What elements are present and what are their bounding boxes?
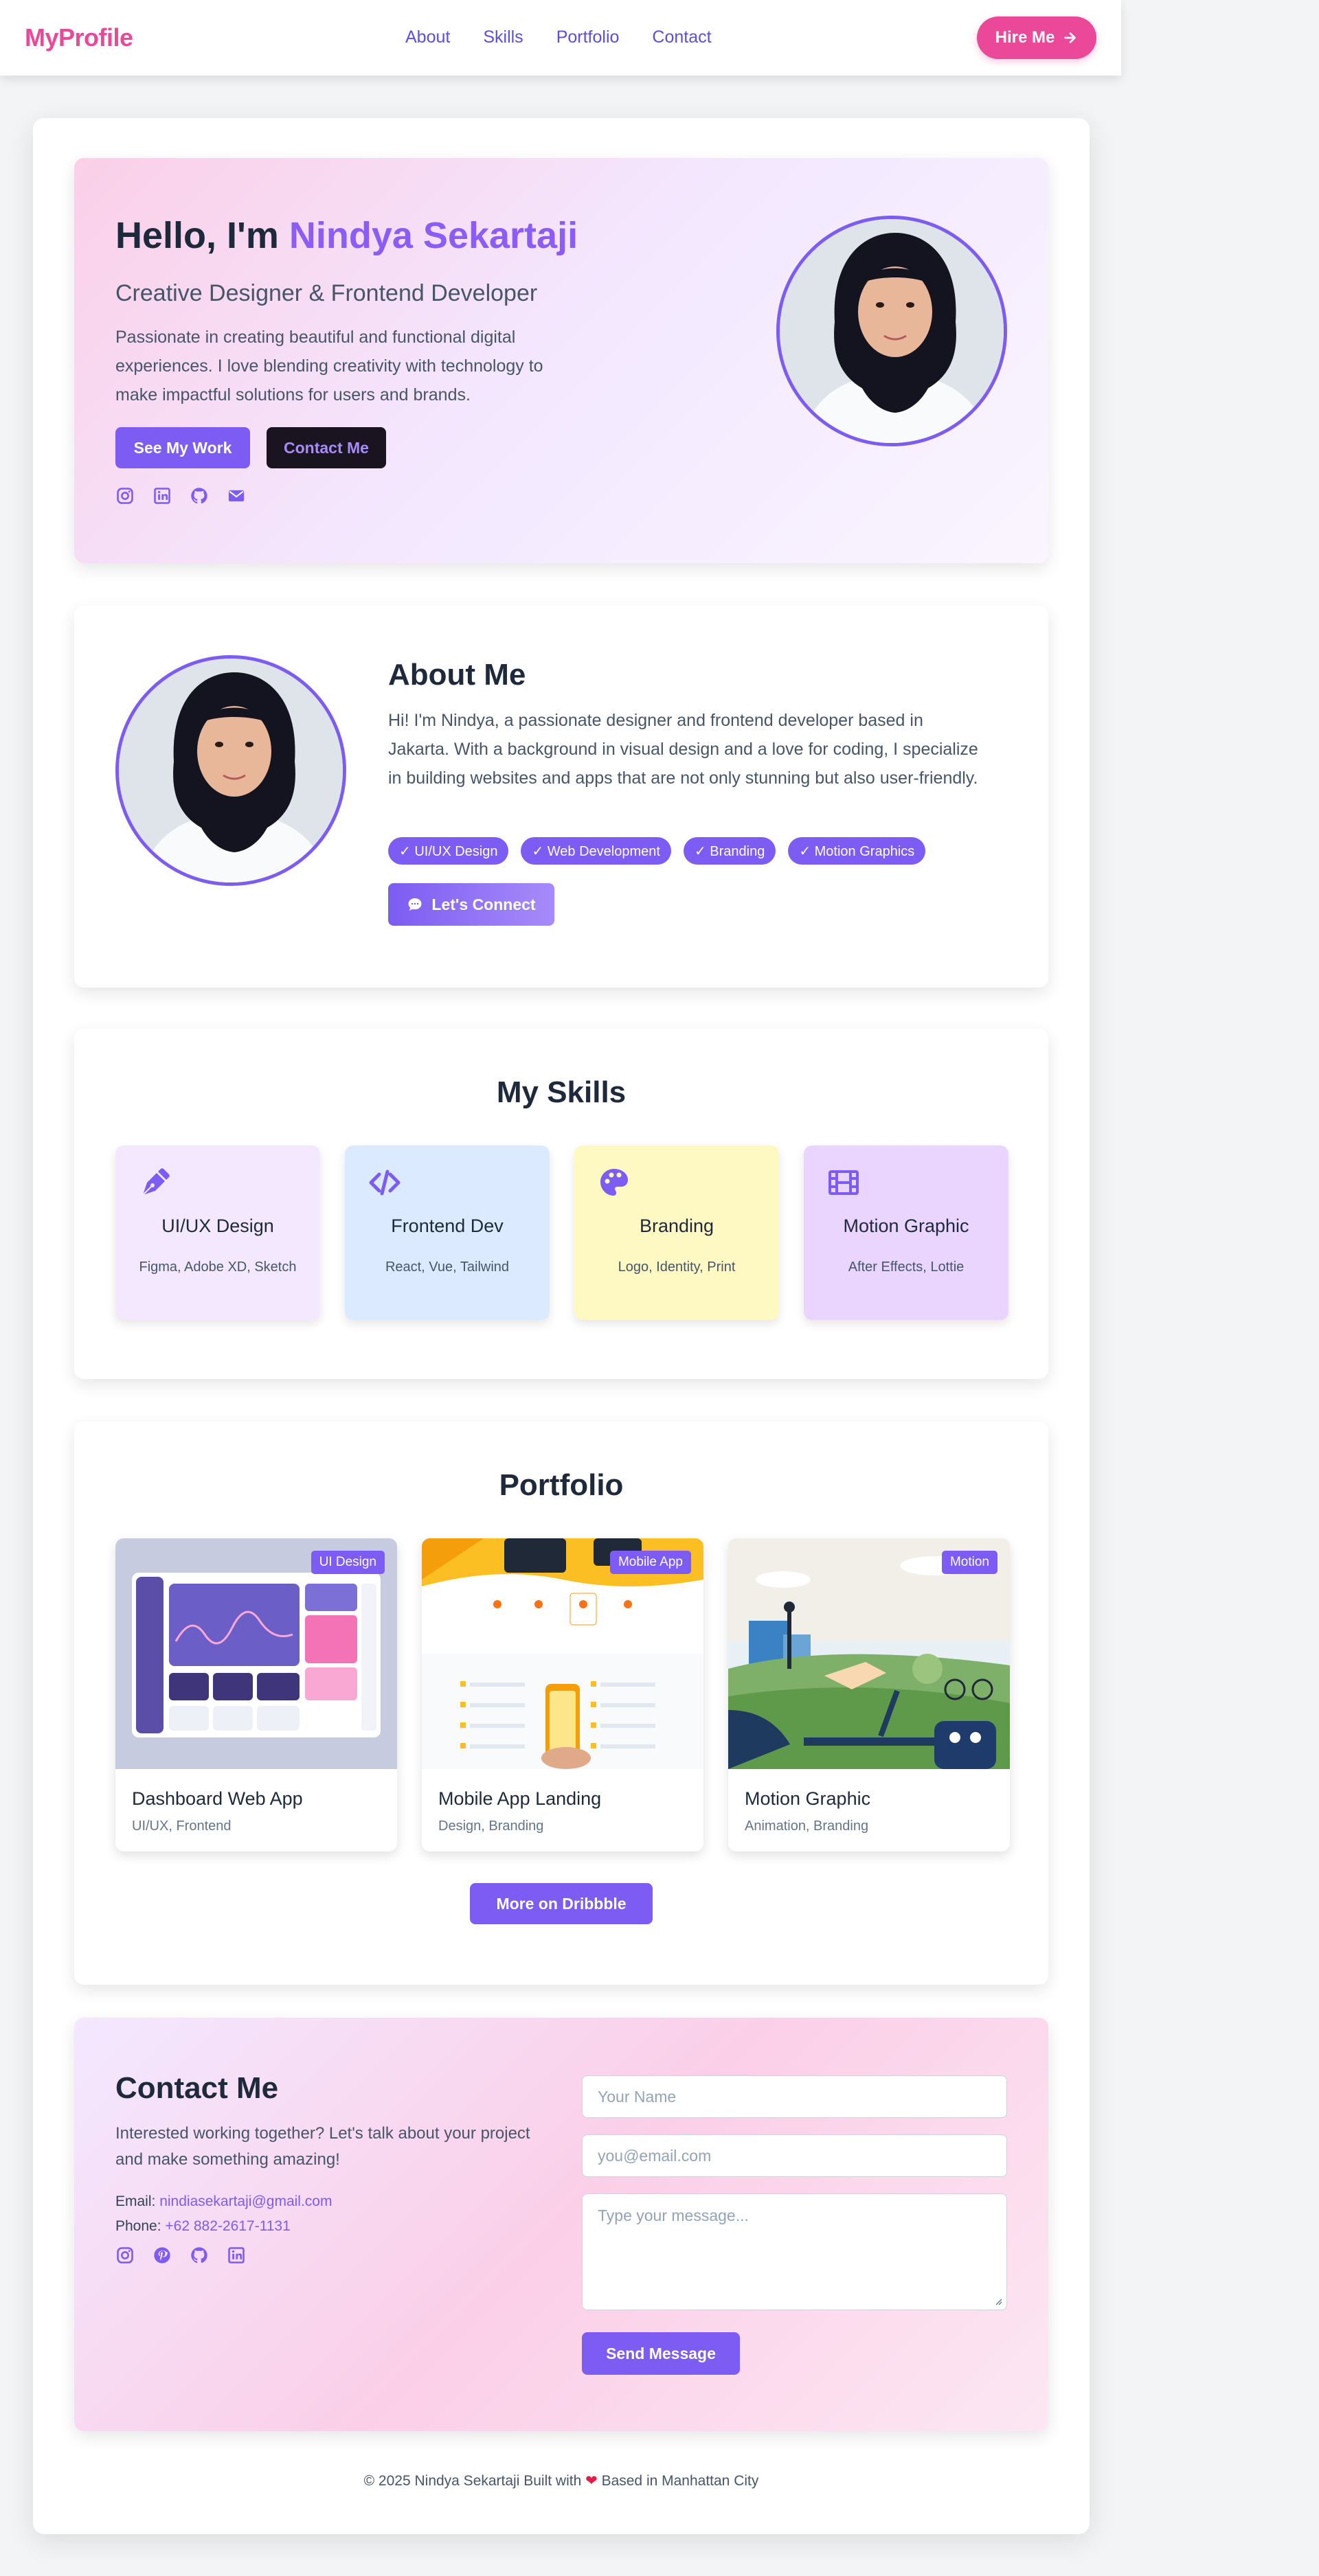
tag-web-dev: ✓ Web Development bbox=[521, 837, 671, 865]
contact-section: Contact Me Interested working together? … bbox=[74, 2018, 1048, 2431]
code-icon bbox=[368, 1166, 401, 1199]
email-label: Email: bbox=[115, 2193, 156, 2209]
skill-title: Branding bbox=[639, 1216, 714, 1236]
project-tags: Animation, Branding bbox=[745, 1819, 869, 1834]
hero-heading: Hello, I'm Nindya Sekartaji bbox=[115, 214, 578, 257]
about-section: About Me Hi! I'm Nindya, a passionate de… bbox=[74, 606, 1048, 988]
skills-grid: UI/UX Design Figma, Adobe XD, Sketch Fro… bbox=[115, 1145, 1008, 1320]
send-message-button[interactable]: Send Message bbox=[582, 2332, 740, 2375]
pinterest-icon[interactable] bbox=[153, 2246, 172, 2265]
skill-title: UI/UX Design bbox=[161, 1216, 274, 1236]
skill-card-branding: Branding Logo, Identity, Print bbox=[574, 1145, 779, 1320]
brand-logo[interactable]: MyProfile bbox=[25, 23, 133, 52]
hire-me-label: Hire Me bbox=[995, 28, 1055, 47]
skill-title: Motion Graphic bbox=[843, 1216, 969, 1236]
arrow-right-icon bbox=[1063, 30, 1078, 45]
project-tags: Design, Branding bbox=[438, 1819, 544, 1834]
see-my-work-button[interactable]: See My Work bbox=[115, 427, 250, 468]
hero-description: Passionate in creating beautiful and fun… bbox=[115, 328, 543, 404]
about-avatar bbox=[115, 655, 346, 886]
linkedin-icon[interactable] bbox=[153, 486, 172, 505]
name-input[interactable]: Your Name bbox=[582, 2075, 1007, 2118]
tag-branding: ✓ Branding bbox=[683, 837, 776, 865]
more-on-dribbble-button[interactable]: More on Dribbble bbox=[470, 1883, 653, 1924]
tag-uiux: ✓ UI/UX Design bbox=[388, 837, 509, 865]
hero-name: Nindya Sekartaji bbox=[289, 215, 578, 256]
hero-role: Creative Designer & Frontend Developer bbox=[115, 280, 538, 306]
skill-tools: Logo, Identity, Print bbox=[618, 1259, 736, 1275]
resize-handle-icon[interactable] bbox=[994, 2297, 1002, 2305]
project-title: Mobile App Landing bbox=[438, 1788, 602, 1809]
nav-link-contact[interactable]: Contact bbox=[652, 27, 711, 47]
phone-link[interactable]: +62 882-2617-1131 bbox=[165, 2218, 290, 2234]
palette-icon bbox=[598, 1166, 631, 1199]
contact-social-links bbox=[115, 2246, 246, 2265]
pen-nib-icon bbox=[139, 1166, 172, 1199]
skill-card-motion: Motion Graphic After Effects, Lottie bbox=[804, 1145, 1008, 1320]
mail-icon[interactable] bbox=[227, 486, 246, 505]
project-badge: Motion bbox=[941, 1551, 997, 1574]
portfolio-section: Portfolio UI Design Dashboard Web App UI… bbox=[74, 1422, 1048, 1985]
heart-icon: ❤ bbox=[585, 2473, 598, 2489]
github-icon[interactable] bbox=[190, 2246, 209, 2265]
project-badge: Mobile App bbox=[609, 1551, 691, 1574]
instagram-icon[interactable] bbox=[115, 2246, 135, 2265]
project-badge: UI Design bbox=[311, 1551, 385, 1574]
footer-location: Based in Manhattan City bbox=[601, 2473, 759, 2489]
instagram-icon[interactable] bbox=[115, 486, 135, 505]
nav-link-portfolio[interactable]: Portfolio bbox=[556, 27, 620, 47]
skill-card-uiux: UI/UX Design Figma, Adobe XD, Sketch bbox=[115, 1145, 320, 1320]
footer: © 2025 Nindya Sekartaji Built with ❤ Bas… bbox=[33, 2472, 1090, 2489]
message-placeholder: Type your message... bbox=[598, 2207, 749, 2224]
skills-title: My Skills bbox=[496, 1075, 627, 1109]
skill-card-frontend: Frontend Dev React, Vue, Tailwind bbox=[345, 1145, 550, 1320]
skill-tools: React, Vue, Tailwind bbox=[385, 1259, 510, 1275]
email-link[interactable]: nindiasekartaji@gmail.com bbox=[159, 2193, 332, 2209]
contact-email-row: Email: nindiasekartaji@gmail.com bbox=[115, 2193, 332, 2210]
portfolio-title: Portfolio bbox=[499, 1468, 624, 1502]
tag-motion: ✓ Motion Graphics bbox=[788, 837, 926, 865]
hire-me-button[interactable]: Hire Me bbox=[977, 16, 1096, 59]
hero-avatar bbox=[776, 216, 1007, 446]
nav-link-skills[interactable]: Skills bbox=[483, 27, 523, 47]
about-description: Hi! I'm Nindya, a passionate designer an… bbox=[388, 711, 978, 788]
contact-description: Interested working together? Let's talk … bbox=[115, 2124, 530, 2169]
skills-section: My Skills UI/UX Design Figma, Adobe XD, … bbox=[74, 1029, 1048, 1379]
project-card-mobile-landing[interactable]: Mobile App Mobile App Landing Design, Br… bbox=[422, 1538, 703, 1851]
hero-greeting: Hello, I'm bbox=[115, 215, 289, 256]
main-container: Hello, I'm Nindya Sekartaji Creative Des… bbox=[33, 118, 1090, 2534]
skill-tools: After Effects, Lottie bbox=[848, 1259, 965, 1275]
skill-title: Frontend Dev bbox=[391, 1216, 504, 1236]
about-tags: ✓ UI/UX Design ✓ Web Development ✓ Brand… bbox=[388, 837, 926, 865]
skill-tools: Figma, Adobe XD, Sketch bbox=[139, 1259, 297, 1275]
lets-connect-label: Let's Connect bbox=[431, 895, 536, 913]
project-card-motion-graphic[interactable]: Motion Motion Graphic Animation, Brandin… bbox=[728, 1538, 1010, 1851]
about-title: About Me bbox=[388, 658, 526, 692]
nav-links: About Skills Portfolio Contact bbox=[405, 27, 712, 47]
project-title: Motion Graphic bbox=[745, 1788, 871, 1809]
github-icon[interactable] bbox=[190, 486, 209, 505]
email-input[interactable]: you@email.com bbox=[582, 2134, 1007, 2177]
contact-phone-row: Phone: +62 882-2617-1131 bbox=[115, 2218, 291, 2235]
message-textarea[interactable]: Type your message... bbox=[582, 2193, 1007, 2310]
project-card-dashboard[interactable]: UI Design Dashboard Web App UI/UX, Front… bbox=[115, 1538, 397, 1851]
contact-title: Contact Me bbox=[115, 2071, 279, 2105]
project-tags: UI/UX, Frontend bbox=[132, 1819, 232, 1834]
film-icon bbox=[827, 1166, 860, 1199]
chat-icon bbox=[407, 896, 423, 913]
hero-social-links bbox=[115, 486, 246, 505]
hero-section: Hello, I'm Nindya Sekartaji Creative Des… bbox=[74, 158, 1048, 563]
portfolio-grid: UI Design Dashboard Web App UI/UX, Front… bbox=[115, 1538, 1010, 1851]
nav-link-about[interactable]: About bbox=[405, 27, 450, 47]
phone-label: Phone: bbox=[115, 2218, 161, 2234]
project-title: Dashboard Web App bbox=[132, 1788, 303, 1809]
contact-me-button[interactable]: Contact Me bbox=[267, 427, 386, 468]
navbar: MyProfile About Skills Portfolio Contact… bbox=[0, 0, 1121, 76]
lets-connect-button[interactable]: Let's Connect bbox=[388, 883, 554, 926]
linkedin-icon[interactable] bbox=[227, 2246, 246, 2265]
footer-copyright: © 2025 Nindya Sekartaji Built with bbox=[363, 2473, 582, 2489]
